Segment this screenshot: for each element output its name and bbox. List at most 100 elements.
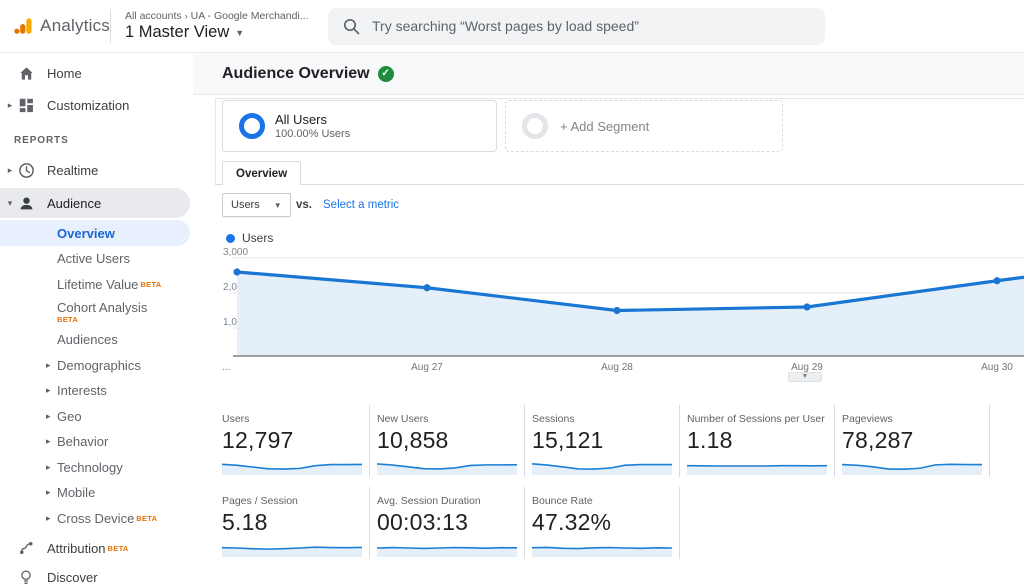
sidebar-item-cross-device[interactable]: ▸ Cross Device BETA [0,506,193,532]
sidebar-item-cohort-analysis[interactable]: Cohort Analysis BETA [0,297,193,327]
search-input[interactable] [372,18,792,34]
sidebar-item-attribution[interactable]: Attribution BETA [0,533,193,563]
legend-dot-icon [226,234,235,243]
metric-card-sessions[interactable]: Sessions 15,121 [525,405,680,477]
expand-right-icon[interactable]: ▸ [5,165,15,176]
breadcrumb-separator-icon: › [185,11,188,21]
sidebar-item-label: Overview [57,226,115,241]
metric-label: Users [222,413,369,425]
beta-badge: BETA [140,280,161,289]
current-view-name[interactable]: 1 Master View [125,23,229,42]
beta-badge: BETA [136,514,157,523]
add-segment-label: + Add Segment [560,119,649,134]
metric-card-users[interactable]: Users 12,797 [215,405,370,477]
sidebar-item-audience[interactable]: ▾ Audience [0,188,190,218]
metric-card-new-users[interactable]: New Users 10,858 [370,405,525,477]
sparkline-area [687,466,827,475]
panel-border [215,98,216,184]
sidebar-item-home[interactable]: Home [0,57,193,89]
sidebar-bottom-section: Attribution BETA Discover [0,531,193,588]
expand-right-icon[interactable]: ▸ [5,100,15,111]
y-tick-label: 3,000 [223,247,248,258]
sidebar-item-discover[interactable]: Discover [0,563,193,588]
metric-sparkline [532,539,672,557]
customization-icon [18,96,36,114]
data-point [423,284,430,291]
main-content: Audience Overview ✓ All Users 100.00% Us… [193,53,1024,588]
select-a-metric-link[interactable]: Select a metric [323,199,399,211]
metric-card-avg-session-duration[interactable]: Avg. Session Duration 00:03:13 [370,487,525,559]
sidebar-item-label: Discover [47,570,98,585]
metric-card-bounce-rate[interactable]: Bounce Rate 47.32% [525,487,680,559]
attribution-icon [18,539,36,557]
segment-name: All Users [275,112,350,127]
sidebar-item-overview[interactable]: Overview [0,220,190,246]
breadcrumb-root[interactable]: All accounts [125,10,182,22]
panel-border [215,98,1024,99]
beta-badge: BETA [108,544,129,553]
segment-ring-icon [239,113,265,139]
analytics-logo-icon [14,13,32,39]
sidebar-item-active-users[interactable]: Active Users [0,246,193,272]
sidebar-item-audiences[interactable]: Audiences [0,327,193,353]
tab-overview[interactable]: Overview [222,161,301,185]
metric-value: 1.18 [687,427,834,454]
tabbar-divider [215,184,1024,185]
app-bar: Analytics All accounts › UA - Google Mer… [0,0,1024,53]
metric-label: Bounce Rate [532,495,679,507]
sidebar-item-realtime[interactable]: ▸ Realtime [0,154,193,186]
chart-legend: Users [226,231,273,245]
data-point [803,303,810,310]
metric-sparkline [222,539,362,557]
sidebar-item-label: Technology [57,460,123,475]
sidebar-item-label: Mobile [57,485,95,500]
sidebar-item-label: Audiences [57,332,118,347]
metric-selector-dropdown[interactable]: Users ▼ [222,193,291,217]
search-icon [342,17,360,35]
expand-right-icon: ▸ [46,385,57,396]
sidebar-item-label: Audience [47,196,101,211]
metric-card-pageviews[interactable]: Pageviews 78,287 [835,405,990,477]
sidebar-item-customization[interactable]: ▸ Customization [0,89,193,121]
metric-sparkline [687,457,827,475]
analytics-logo[interactable]: Analytics [0,13,110,39]
breadcrumb-account[interactable]: UA - Google Merchandi... [191,10,309,22]
metric-sparkline [377,457,517,475]
users-over-time-chart[interactable]: 3,0002,0001,000...Aug 27Aug 28Aug 29Aug … [215,250,1024,382]
metric-value: 00:03:13 [377,509,524,536]
add-segment-button[interactable]: + Add Segment [505,100,783,152]
segment-all-users[interactable]: All Users 100.00% Users [222,100,497,152]
metric-card-pages-per-session[interactable]: Pages / Session 5.18 [215,487,370,559]
verified-check-icon: ✓ [378,66,394,82]
sidebar-item-label: Home [47,66,82,81]
collapse-down-icon[interactable]: ▾ [5,198,15,209]
clock-icon [18,161,36,179]
breadcrumb: All accounts › UA - Google Merchandi... [125,10,310,22]
metric-sparkline [842,457,982,475]
expand-right-icon: ▸ [46,462,57,473]
sidebar-item-geo[interactable]: ▸ Geo [0,404,193,430]
page-title: Audience Overview [222,65,370,83]
search-bar[interactable] [328,8,825,45]
data-point [233,268,240,275]
sidebar-item-demographics[interactable]: ▸ Demographics [0,353,193,379]
metric-value: 5.18 [222,509,369,536]
sidebar-item-interests[interactable]: ▸ Interests [0,378,193,404]
sidebar-item-technology[interactable]: ▸ Technology [0,455,193,481]
sidebar-item-lifetime-value[interactable]: Lifetime Value BETA [0,272,193,298]
segment-ring-icon [522,113,548,139]
metric-card-sessions-per-user[interactable]: Number of Sessions per User 1.18 [680,405,835,477]
metric-sparkline [532,457,672,475]
chart-expand-button[interactable]: ▼ [788,372,822,382]
x-tick-label: Aug 28 [601,362,633,373]
sidebar-item-label: Demographics [57,358,141,373]
vs-label: vs. [296,199,312,211]
sidebar-item-mobile[interactable]: ▸ Mobile [0,480,193,506]
x-tick-label: ... [222,362,230,373]
analytics-app: Analytics All accounts › UA - Google Mer… [0,0,1024,588]
person-icon [18,194,36,212]
account-switcher[interactable]: All accounts › UA - Google Merchandi... … [125,10,310,42]
sidebar-item-behavior[interactable]: ▸ Behavior [0,429,193,455]
metric-summary: Users 12,797 New Users 10,858 Sessions 1… [215,405,1024,559]
metric-label: Pages / Session [222,495,369,507]
